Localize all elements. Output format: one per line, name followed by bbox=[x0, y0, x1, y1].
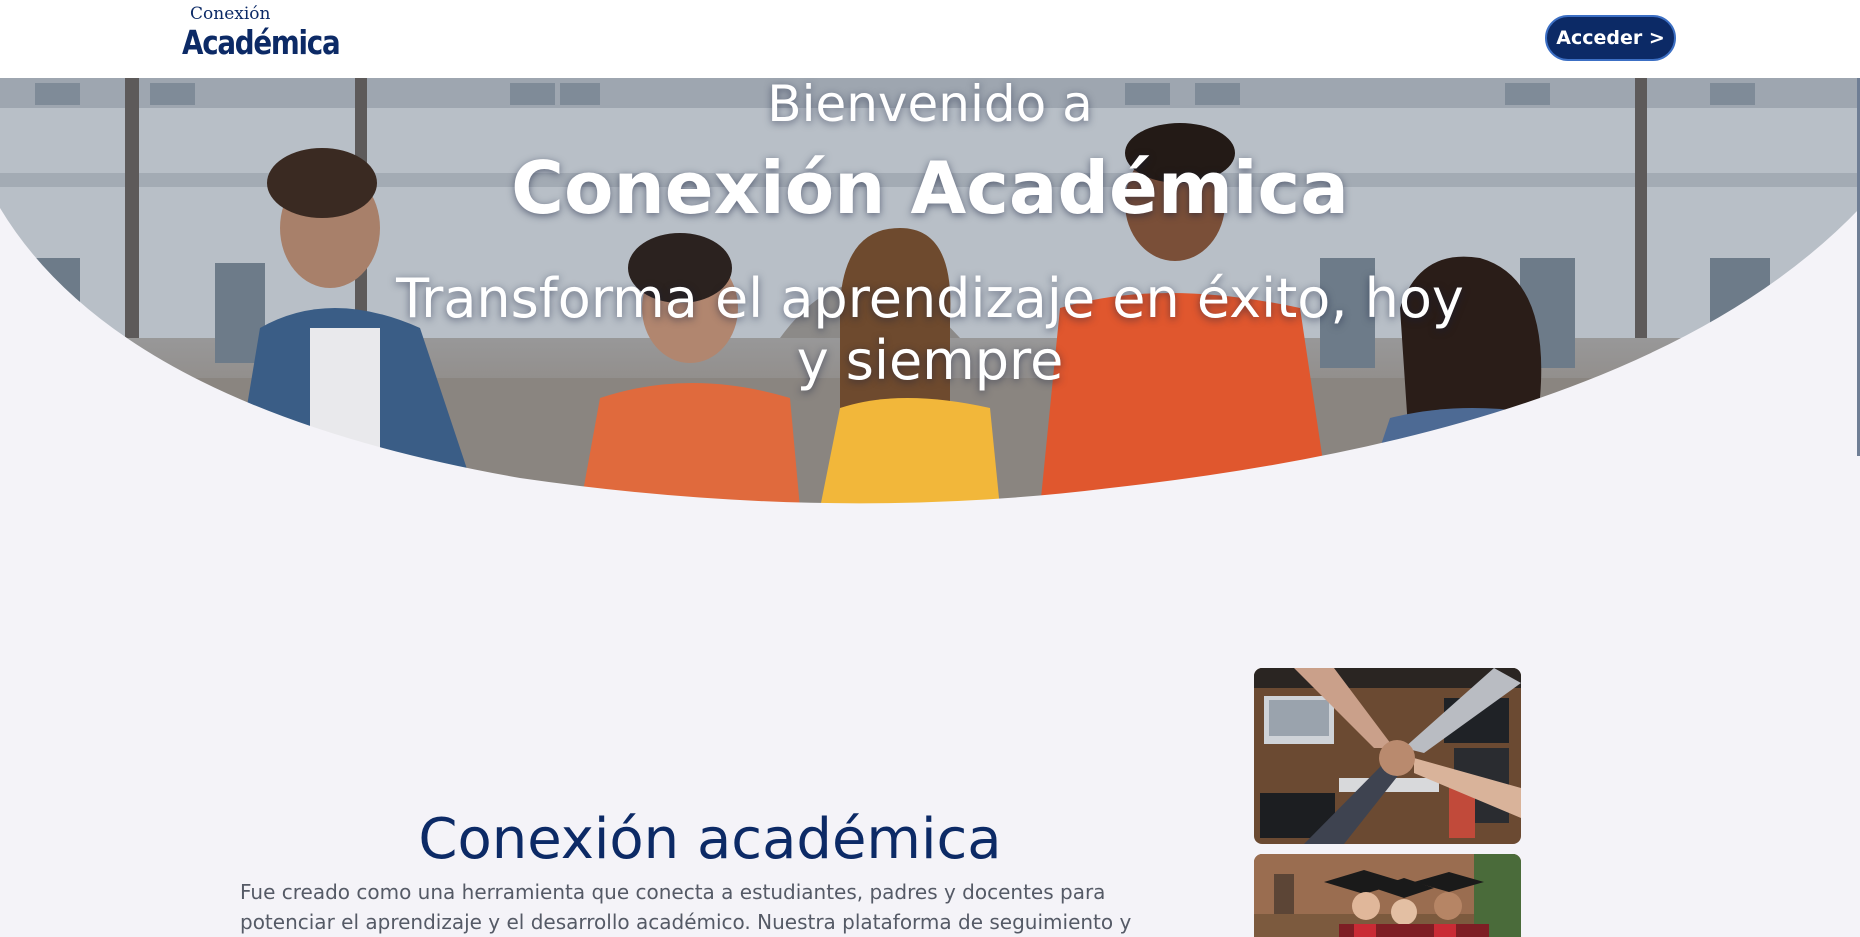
graduates-image bbox=[1254, 854, 1521, 937]
hero-tagline: Transforma el aprendizaje en éxito, hoy … bbox=[396, 267, 1464, 393]
about-description: Fue creado como una herramienta que cone… bbox=[240, 880, 1132, 934]
login-button[interactable]: Acceder > bbox=[1545, 15, 1676, 61]
hero-title: Conexión Académica bbox=[511, 146, 1349, 230]
hero-banner: Bienvenido a Conexión Académica Transfor… bbox=[0, 78, 1860, 508]
hero-welcome-text: Bienvenido a bbox=[767, 78, 1093, 133]
team-hands-photo bbox=[1254, 668, 1521, 844]
about-title: Conexión académica bbox=[418, 807, 1002, 872]
landing-page: Bienvenido a Conexión Académica Transfor… bbox=[0, 0, 1860, 937]
graduates-photo bbox=[1254, 854, 1521, 937]
logo-bottom-word: Académica bbox=[182, 23, 341, 62]
team-hands-image bbox=[1254, 668, 1521, 844]
brand-logo[interactable]: Conexión Académica bbox=[182, 4, 369, 62]
top-navbar: Conexión Académica Acceder > bbox=[0, 0, 1860, 78]
logo-top-word: Conexión bbox=[190, 4, 271, 24]
